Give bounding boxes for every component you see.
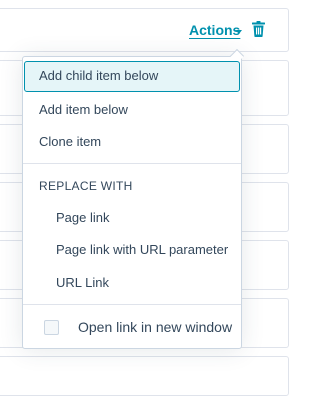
chevron-down-icon (236, 30, 242, 34)
menu-item-add-child-item-below[interactable]: Add child item below (24, 61, 240, 92)
menu-divider (23, 304, 241, 305)
replace-with-section-header: REPLACE WITH (39, 179, 133, 193)
menu-item-page-link-with-url-parameter[interactable]: Page link with URL parameter (24, 234, 240, 265)
trash-icon[interactable] (252, 21, 265, 37)
actions-dropdown-button[interactable]: Actions (189, 22, 240, 38)
menu-divider (23, 163, 241, 164)
menu-item-clone-item[interactable]: Clone item (24, 126, 240, 157)
list-row-item (0, 8, 289, 52)
actions-dropdown-menu: Add child item below Add item below Clon… (22, 56, 242, 349)
open-in-new-window-checkbox[interactable] (44, 320, 59, 335)
menu-item-url-link[interactable]: URL Link (24, 267, 240, 298)
open-in-new-window-label: Open link in new window (78, 319, 233, 335)
menu-item-add-item-below[interactable]: Add item below (24, 94, 240, 125)
open-in-new-window-option[interactable]: Open link in new window (24, 313, 240, 343)
menu-item-page-link[interactable]: Page link (24, 202, 240, 233)
list-row-item (0, 356, 289, 396)
